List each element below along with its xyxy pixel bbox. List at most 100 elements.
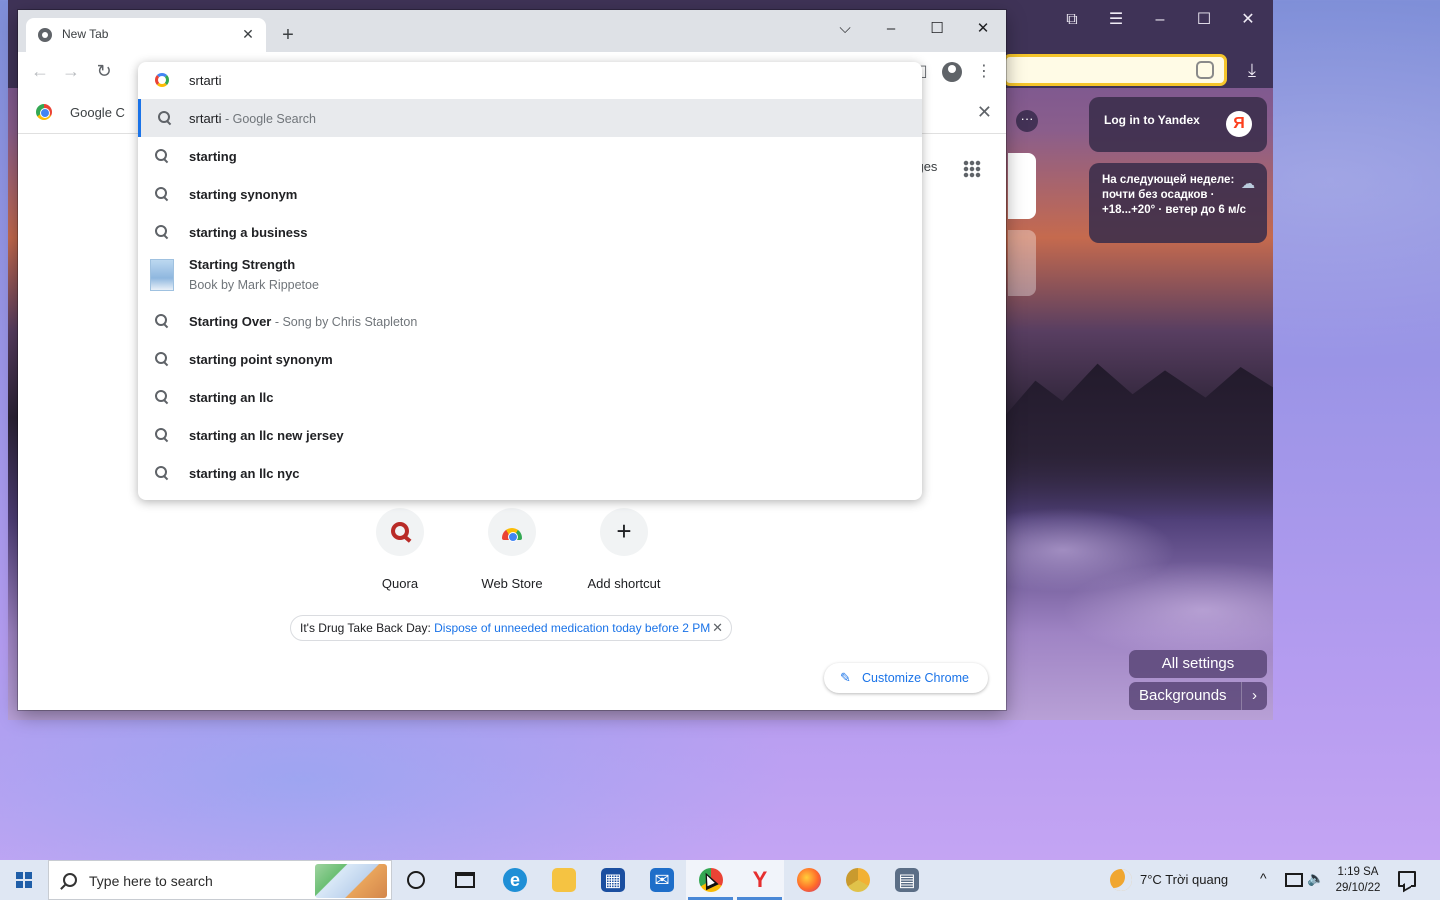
promo-chip: It's Drug Take Back Day: Dispose of unne…: [290, 615, 732, 641]
close-tab-icon[interactable]: ✕: [238, 24, 258, 44]
suggestion-item[interactable]: starting synonym: [138, 175, 922, 213]
yandex-close-button[interactable]: ✕: [1226, 6, 1270, 34]
promo-link[interactable]: Dispose of unneeded medication today bef…: [434, 621, 710, 635]
reload-icon[interactable]: ↻: [91, 59, 117, 83]
yandex-weather-card[interactable]: На следующей неделе: почти без осадков ·…: [1089, 163, 1267, 243]
suggestion-text: starting: [189, 149, 237, 164]
omnibox-input[interactable]: srtarti: [138, 62, 922, 98]
yandex-address-bar[interactable]: [1003, 54, 1227, 86]
bookmark-google[interactable]: Google C: [70, 105, 125, 120]
yandex-widget-card[interactable]: [1008, 153, 1036, 219]
shortcut-tile: +: [600, 508, 648, 556]
yandex-more-icon[interactable]: ···: [1016, 110, 1038, 132]
close-promo-icon[interactable]: ✕: [712, 616, 723, 640]
notification-center-icon[interactable]: [1398, 871, 1416, 887]
menu-kebab-icon[interactable]: ⋮: [972, 60, 996, 84]
clock[interactable]: 1:19 SA 29/10/22: [1332, 864, 1384, 900]
yandex-login-card[interactable]: Log in to Yandex Я: [1089, 97, 1267, 152]
shortcut-tile: [376, 508, 424, 556]
cortana-icon: [407, 871, 425, 889]
suggestion-item[interactable]: starting an llc: [138, 378, 922, 416]
google-apps-icon[interactable]: [963, 160, 981, 178]
shortcut-web-store[interactable]: Web Store: [462, 508, 562, 591]
taskbar-app-mail[interactable]: ✉: [637, 860, 686, 900]
close-window-button[interactable]: ✕: [960, 14, 1006, 44]
suggestion-item[interactable]: starting point synonym: [138, 340, 922, 378]
yandex-menu-icon[interactable]: ☰: [1094, 6, 1138, 34]
cortana-button[interactable]: [392, 860, 441, 900]
customize-label: Customize Chrome: [862, 671, 969, 685]
yandex-icon: Y: [752, 867, 768, 892]
shortcut-quora[interactable]: Quora: [350, 508, 450, 591]
suggestion-item[interactable]: starting a business: [138, 213, 922, 251]
minimize-button[interactable]: –: [868, 14, 914, 44]
close-infobar-icon[interactable]: ✕: [977, 102, 992, 123]
taskbar: Type here to search e ▦ ✉ Y ▤ 7°C Trời q…: [0, 860, 1440, 900]
maximize-button[interactable]: ☐: [914, 14, 960, 44]
suggestion-text: starting an llc nyc: [189, 466, 300, 481]
calculator-icon: ▤: [895, 868, 919, 892]
chevron-right-icon[interactable]: ›: [1241, 682, 1267, 710]
suggestion-item[interactable]: starting: [138, 137, 922, 175]
omnibox-text: srtarti: [189, 73, 222, 88]
shortcut-label: Add shortcut: [587, 576, 661, 591]
suggestion-item[interactable]: Starting Over - Song by Chris Stapleton: [138, 302, 922, 340]
start-button[interactable]: [0, 860, 48, 900]
backgrounds-button[interactable]: Backgrounds ›: [1129, 682, 1267, 710]
yandex-collections-icon[interactable]: ⧉: [1050, 6, 1094, 34]
chrome-canary-icon: [846, 868, 870, 892]
profile-avatar-icon[interactable]: [942, 62, 962, 82]
all-settings-button[interactable]: All settings: [1129, 650, 1267, 678]
yandex-minimize-button[interactable]: –: [1138, 6, 1182, 34]
taskbar-search-box[interactable]: Type here to search: [48, 860, 392, 900]
suggestion-text: starting an llc new jersey: [189, 428, 344, 443]
cloud-rain-icon: ☁: [1241, 175, 1255, 191]
chrome-window: New Tab ✕ + ⌵ – ☐ ✕ ← → ↻ ◧ ⋮ Google C ✕…: [18, 10, 1006, 710]
suggestion-text: starting an llc: [189, 390, 274, 405]
tab-title: New Tab: [62, 27, 109, 41]
back-icon[interactable]: ←: [27, 59, 53, 83]
book-cover-thumbnail: [150, 259, 174, 291]
show-hidden-icons-icon[interactable]: ^: [1260, 870, 1267, 900]
tab-search-icon[interactable]: ⌵: [822, 14, 868, 44]
tab-strip: New Tab ✕ + ⌵ – ☐ ✕: [18, 10, 1006, 52]
taskbar-app-edge[interactable]: e: [490, 860, 539, 900]
task-view-button[interactable]: [441, 860, 490, 900]
taskbar-app-chrome-canary[interactable]: [833, 860, 882, 900]
new-tab-button[interactable]: +: [276, 23, 300, 47]
clock-date: 29/10/22: [1335, 882, 1381, 894]
search-icon: [155, 390, 168, 403]
plus-icon: +: [616, 516, 632, 546]
taskbar-app-yandex[interactable]: Y: [735, 860, 784, 900]
taskbar-app-firefox[interactable]: [784, 860, 833, 900]
volume-icon[interactable]: 🔈: [1307, 870, 1324, 900]
suggestion-text: starting a business: [189, 225, 308, 240]
yandex-maximize-button[interactable]: ☐: [1182, 6, 1226, 34]
download-icon[interactable]: ⤓: [1240, 58, 1264, 82]
taskbar-app-store[interactable]: ▦: [588, 860, 637, 900]
search-icon: [155, 314, 168, 327]
shortcut-add[interactable]: + Add shortcut: [574, 508, 674, 591]
chrome-logo-icon: [36, 104, 52, 120]
search-icon: [155, 187, 168, 200]
omnibox-dropdown: srtarti srtarti - Google Search starting…: [138, 62, 922, 500]
weather-text[interactable]: 7°C Trời quang: [1140, 872, 1228, 900]
network-icon[interactable]: [1283, 870, 1303, 890]
camera-search-icon[interactable]: [1196, 61, 1214, 79]
suggestion-item[interactable]: srtarti - Google Search: [138, 99, 922, 137]
moon-weather-icon[interactable]: [1110, 869, 1132, 891]
taskbar-app-calculator[interactable]: ▤: [882, 860, 931, 900]
suggestion-item[interactable]: Starting Strength Book by Mark Rippetoe: [138, 253, 922, 299]
search-icon: [158, 111, 171, 124]
yandex-widget-card[interactable]: [1008, 230, 1036, 296]
customize-chrome-button[interactable]: ✎ Customize Chrome: [824, 663, 988, 693]
forward-icon[interactable]: →: [58, 59, 84, 83]
suggestion-text: Starting Over - Song by Chris Stapleton: [189, 314, 418, 329]
taskbar-app-file-explorer[interactable]: [539, 860, 588, 900]
suggestion-item[interactable]: starting an llc new jersey: [138, 416, 922, 454]
suggestion-item[interactable]: starting an llc nyc: [138, 454, 922, 492]
tab-new-tab[interactable]: New Tab ✕: [26, 18, 266, 52]
google-g-icon: [155, 73, 169, 87]
search-highlight-illustration: [315, 864, 387, 898]
windows-logo-icon: [16, 872, 32, 888]
